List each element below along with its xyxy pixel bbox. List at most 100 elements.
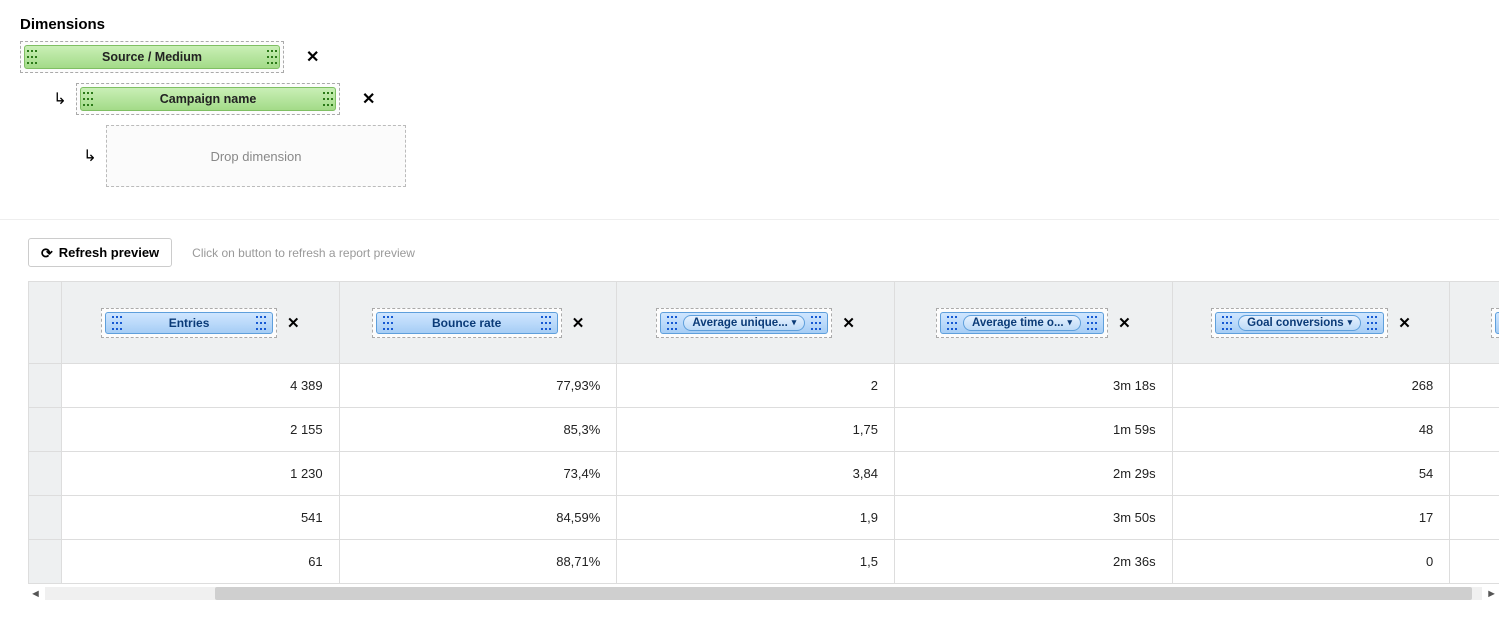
cell-avg-unique: 3,84 (617, 452, 895, 496)
cell-goal-conv: 17 (1172, 496, 1450, 540)
dimension-chip-label: Source / Medium (39, 50, 265, 64)
cell-goal-conv: 268 (1172, 364, 1450, 408)
sub-arrow-icon: ↳ (50, 89, 70, 109)
cell-avg-time: 2m 36s (894, 540, 1172, 584)
drag-handle-icon[interactable] (1365, 314, 1379, 332)
column-header: Average time o... ▾ ✕ (894, 282, 1172, 364)
table-row: 61 88,71% 1,5 2m 36s 0 0% (29, 540, 1499, 584)
refresh-icon: ⟳ (41, 246, 53, 260)
row-stub (29, 496, 62, 540)
metric-label: Bounce rate (395, 316, 539, 330)
cell-entries: 61 (62, 540, 340, 584)
metric-label: Goal conversions (1247, 317, 1344, 329)
remove-column-button[interactable]: ✕ (1398, 314, 1411, 332)
metric-dropdown[interactable]: Goal conversions ▾ (1238, 315, 1361, 331)
row-header-blank (29, 282, 62, 364)
dimension-row: ↳ Campaign name ✕ (50, 83, 1479, 115)
dimension-chip-campaign-name[interactable]: Campaign name (80, 87, 336, 111)
metric-chip-entries[interactable]: Entries (105, 312, 273, 334)
metric-chip-average-unique[interactable]: Average unique... ▾ (660, 312, 828, 334)
row-stub (29, 408, 62, 452)
metric-chip-goal-conversion-rate[interactable]: Goal conversio... ▾ (1495, 312, 1499, 334)
cell-goal-conv: 54 (1172, 452, 1450, 496)
scroll-thumb[interactable] (215, 587, 1472, 600)
preview-toolbar: ⟳ Refresh preview Click on button to ref… (0, 220, 1499, 281)
column-header: Bounce rate ✕ (339, 282, 617, 364)
report-table: Entries ✕ (28, 281, 1499, 584)
drag-handle-icon[interactable] (381, 314, 395, 332)
chevron-down-icon: ▾ (1348, 317, 1353, 328)
cell-avg-unique: 1,5 (617, 540, 895, 584)
drag-handle-icon[interactable] (254, 314, 268, 332)
cell-bounce-rate: 85,3% (339, 408, 617, 452)
column-header: Average unique... ▾ ✕ (617, 282, 895, 364)
metric-chip-container: Goal conversio... ▾ (1491, 308, 1499, 338)
metric-dropdown[interactable]: Average time o... ▾ (963, 315, 1081, 331)
remove-column-button[interactable]: ✕ (842, 314, 855, 332)
cell-avg-time: 2m 29s (894, 452, 1172, 496)
drag-handle-icon[interactable] (321, 90, 335, 108)
scroll-right-icon[interactable]: ► (1484, 588, 1499, 600)
cell-entries: 4 389 (62, 364, 340, 408)
drag-handle-icon[interactable] (945, 314, 959, 332)
cell-entries: 1 230 (62, 452, 340, 496)
cell-bounce-rate: 88,71% (339, 540, 617, 584)
metric-chip-container: Average time o... ▾ (936, 308, 1108, 338)
drag-handle-icon[interactable] (1085, 314, 1099, 332)
row-stub (29, 540, 62, 584)
dimensions-heading: Dimensions (20, 16, 1479, 33)
metric-chip-container: Average unique... ▾ (656, 308, 832, 338)
table-row: 2 155 85,3% 1,75 1m 59s 48 2,09% (29, 408, 1499, 452)
dimension-row: ↳ Drop dimension (80, 125, 1479, 187)
remove-column-button[interactable]: ✕ (1118, 314, 1131, 332)
metric-dropdown[interactable]: Average unique... ▾ (683, 315, 805, 331)
cell-goal-conv-rate: 2,09% (1450, 408, 1499, 452)
dimension-chip-source-medium[interactable]: Source / Medium (24, 45, 280, 69)
remove-dimension-button[interactable]: ✕ (362, 89, 375, 109)
dimension-chip-container: Source / Medium (20, 41, 284, 73)
cell-goal-conv-rate: 2,74% (1450, 452, 1499, 496)
cell-goal-conv-rate: 2,2% (1450, 496, 1499, 540)
scroll-track[interactable] (45, 587, 1482, 600)
dimension-chip-container: Campaign name (76, 83, 340, 115)
refresh-preview-button[interactable]: ⟳ Refresh preview (28, 238, 172, 267)
sub-arrow-icon: ↳ (80, 146, 100, 166)
remove-column-button[interactable]: ✕ (572, 314, 585, 332)
dimension-dropzone[interactable]: Drop dimension (106, 125, 406, 187)
metric-label: Entries (124, 316, 254, 330)
drag-handle-icon[interactable] (265, 48, 279, 66)
drag-handle-icon[interactable] (809, 314, 823, 332)
dimension-row: Source / Medium ✕ (20, 41, 1479, 73)
table-row: 541 84,59% 1,9 3m 50s 17 2,2% (29, 496, 1499, 540)
metric-label: Average unique... (692, 317, 787, 329)
drag-handle-icon[interactable] (25, 48, 39, 66)
cell-goal-conv-rate: 0% (1450, 540, 1499, 584)
row-stub (29, 452, 62, 496)
refresh-button-label: Refresh preview (59, 245, 159, 260)
column-header: Goal conversions ▾ ✕ (1172, 282, 1450, 364)
cell-avg-time: 3m 50s (894, 496, 1172, 540)
column-header: Entries ✕ (62, 282, 340, 364)
cell-avg-unique: 1,75 (617, 408, 895, 452)
cell-avg-time: 1m 59s (894, 408, 1172, 452)
remove-dimension-button[interactable]: ✕ (306, 47, 319, 67)
metric-chip-goal-conversions[interactable]: Goal conversions ▾ (1215, 312, 1384, 334)
remove-column-button[interactable]: ✕ (287, 314, 300, 332)
metric-chip-average-time[interactable]: Average time o... ▾ (940, 312, 1104, 334)
drag-handle-icon[interactable] (539, 314, 553, 332)
chevron-down-icon: ▾ (792, 317, 797, 328)
drag-handle-icon[interactable] (665, 314, 679, 332)
metric-chip-bounce-rate[interactable]: Bounce rate (376, 312, 558, 334)
scroll-left-icon[interactable]: ◄ (28, 588, 43, 600)
drag-handle-icon[interactable] (110, 314, 124, 332)
cell-bounce-rate: 77,93% (339, 364, 617, 408)
dimension-chip-label: Campaign name (95, 92, 321, 106)
drag-handle-icon[interactable] (81, 90, 95, 108)
cell-bounce-rate: 73,4% (339, 452, 617, 496)
cell-bounce-rate: 84,59% (339, 496, 617, 540)
horizontal-scrollbar[interactable]: ◄ ► (0, 586, 1499, 601)
dropzone-hint: Drop dimension (210, 149, 301, 164)
metric-chip-container: Entries (101, 308, 277, 338)
metric-label: Average time o... (972, 317, 1064, 329)
drag-handle-icon[interactable] (1220, 314, 1234, 332)
